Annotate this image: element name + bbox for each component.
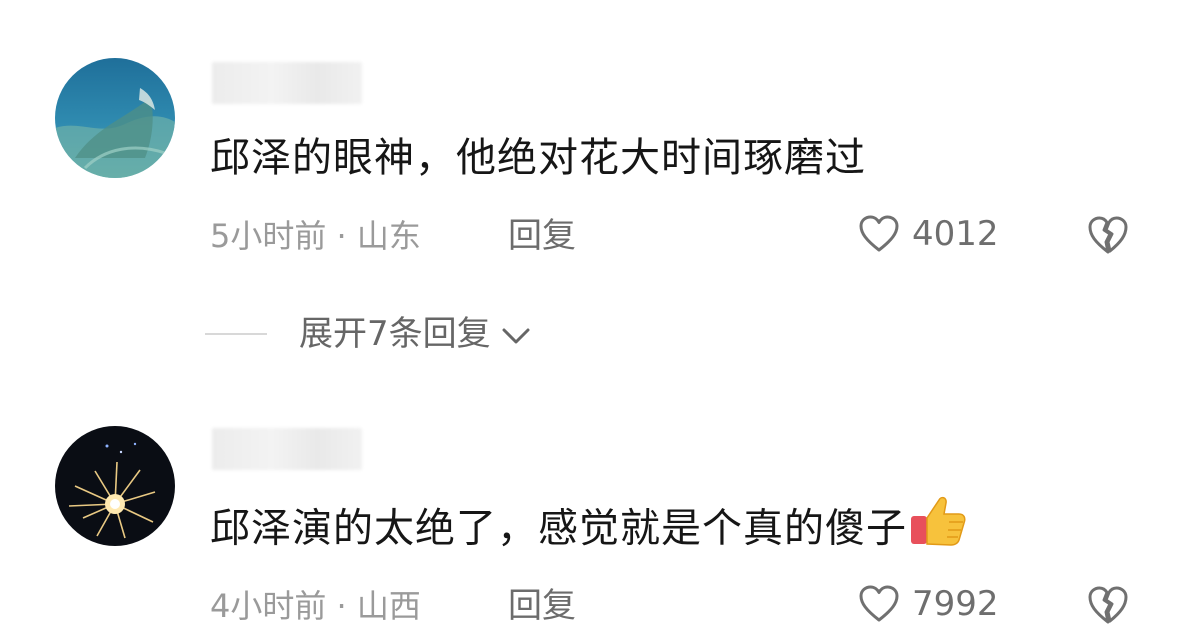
comment-text-content: 邱泽演的太绝了，感觉就是个真的傻子 bbox=[210, 505, 907, 552]
like-count: 7992 bbox=[912, 584, 999, 624]
heart-icon bbox=[859, 585, 899, 622]
broken-heart-icon bbox=[1088, 586, 1128, 624]
username-blurred[interactable] bbox=[212, 428, 362, 470]
comment-text: 邱泽演的太绝了，感觉就是个真的傻子 bbox=[210, 496, 967, 559]
thumbs-up-emoji-icon bbox=[909, 494, 967, 559]
like-button[interactable]: 7992 bbox=[858, 584, 999, 624]
avatar[interactable] bbox=[55, 426, 175, 546]
dislike-button[interactable] bbox=[1086, 584, 1130, 630]
reply-button[interactable]: 回复 bbox=[508, 586, 576, 626]
comment-meta-time-location: 4小时前 · 山西 bbox=[210, 587, 421, 625]
fireworks-avatar-icon bbox=[55, 426, 175, 546]
comment-item: 邱泽演的太绝了，感觉就是个真的傻子 4小时前 · 山西 回复 7992 bbox=[0, 0, 1200, 632]
